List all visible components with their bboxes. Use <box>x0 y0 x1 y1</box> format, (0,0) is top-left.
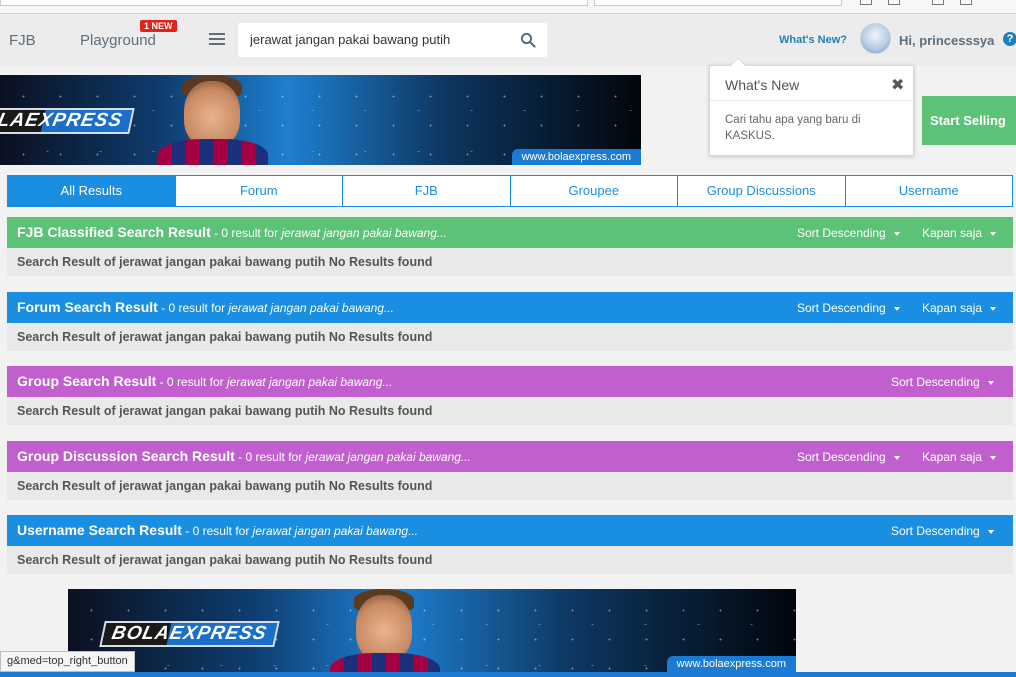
forum-result-section: Forum Search Result - 0 result for jeraw… <box>7 292 1013 351</box>
start-selling-button[interactable]: Start Selling <box>922 96 1016 145</box>
banner-url: www.bolaexpress.com <box>511 149 641 165</box>
tab-all-results[interactable]: All Results <box>8 176 176 206</box>
sort-dropdown[interactable]: Sort Descending <box>891 524 994 538</box>
result-title: FJB Classified Search Result - 0 result … <box>17 224 447 240</box>
browser-toolbar <box>0 0 1016 14</box>
group-discussion-result-section: Group Discussion Search Result - 0 resul… <box>7 441 1013 500</box>
popover-title: What's New <box>725 77 800 93</box>
downloads-icon[interactable] <box>888 0 900 5</box>
popover-body: Cari tahu apa yang baru di KASKUS. <box>725 114 861 142</box>
time-filter-dropdown[interactable]: Kapan saja <box>922 450 997 464</box>
chevron-down-icon <box>893 455 900 460</box>
no-results-message: Search Result of jerawat jangan pakai ba… <box>7 248 1013 276</box>
search-box <box>238 23 547 57</box>
bottom-bar <box>0 672 1016 677</box>
banner-url: www.bolaexpress.com <box>666 656 796 672</box>
chevron-down-icon <box>987 380 994 385</box>
time-filter-dropdown[interactable]: Kapan saja <box>922 226 997 240</box>
tab-groupee[interactable]: Groupee <box>511 176 678 206</box>
tab-username[interactable]: Username <box>846 176 1013 206</box>
result-title: Group Search Result - 0 result for jeraw… <box>17 373 393 389</box>
tab-fjb[interactable]: FJB <box>343 176 511 206</box>
sort-dropdown[interactable]: Sort Descending <box>891 375 994 389</box>
popover-divider <box>710 100 913 101</box>
whats-new-link[interactable]: What's New? <box>779 34 847 46</box>
no-results-message: Search Result of jerawat jangan pakai ba… <box>7 546 1013 574</box>
help-icon[interactable]: ? <box>1003 32 1016 46</box>
no-results-message: Search Result of jerawat jangan pakai ba… <box>7 397 1013 425</box>
search-input[interactable] <box>250 32 510 47</box>
result-tabs: All Results Forum FJB Groupee Group Disc… <box>7 175 1013 207</box>
whats-new-popover: What's New ✖ Cari tahu apa yang baru di … <box>709 58 914 156</box>
sort-dropdown[interactable]: Sort Descending <box>797 450 900 464</box>
user-greeting[interactable]: Hi, princesssya <box>899 33 994 48</box>
result-header: FJB Classified Search Result - 0 result … <box>7 217 1013 248</box>
tab-group-discussions[interactable]: Group Discussions <box>678 176 846 206</box>
chevron-down-icon <box>990 455 997 460</box>
close-icon[interactable]: ✖ <box>891 75 904 95</box>
chevron-down-icon <box>893 231 900 236</box>
nav-fjb-link[interactable]: FJB <box>9 32 36 49</box>
result-header: Username Search Result - 0 result for je… <box>7 515 1013 546</box>
no-results-message: Search Result of jerawat jangan pakai ba… <box>7 323 1013 351</box>
address-bar[interactable] <box>0 0 588 6</box>
result-title: Username Search Result - 0 result for je… <box>17 522 419 538</box>
top-navigation: FJB Playground 1 NEW What's New? Hi, pri… <box>0 15 1016 66</box>
result-header: Group Discussion Search Result - 0 resul… <box>7 441 1013 472</box>
extensions-icon[interactable] <box>960 0 972 5</box>
ad-banner-top[interactable]: LAEXPRESS www.bolaexpress.com <box>0 75 641 165</box>
chevron-down-icon <box>893 306 900 311</box>
browser-search-bar[interactable] <box>594 0 842 6</box>
banner-player-image <box>158 75 268 165</box>
banner-logo: LAEXPRESS <box>0 108 135 134</box>
avatar[interactable] <box>860 23 891 54</box>
result-title: Group Discussion Search Result - 0 resul… <box>17 448 471 464</box>
sort-dropdown[interactable]: Sort Descending <box>797 301 900 315</box>
ad-banner-bottom[interactable]: BOLAEXPRESS www.bolaexpress.com <box>68 589 796 672</box>
nav-playground-link[interactable]: Playground <box>80 32 156 49</box>
result-title: Forum Search Result - 0 result for jeraw… <box>17 299 394 315</box>
tab-forum[interactable]: Forum <box>176 176 343 206</box>
chevron-down-icon <box>990 306 997 311</box>
bookmark-icon[interactable] <box>860 0 872 5</box>
fjb-result-section: FJB Classified Search Result - 0 result … <box>7 217 1013 276</box>
group-result-section: Group Search Result - 0 result for jeraw… <box>7 366 1013 425</box>
result-header: Forum Search Result - 0 result for jeraw… <box>7 292 1013 323</box>
banner-player-image <box>330 589 440 672</box>
banner-logo: BOLAEXPRESS <box>99 621 280 647</box>
hamburger-menu-icon[interactable] <box>209 33 225 45</box>
chevron-down-icon <box>990 231 997 236</box>
sort-dropdown[interactable]: Sort Descending <box>797 226 900 240</box>
username-result-section: Username Search Result - 0 result for je… <box>7 515 1013 574</box>
status-url-preview: g&med=top_right_button <box>0 651 135 672</box>
chevron-down-icon <box>987 529 994 534</box>
new-badge: 1 NEW <box>140 20 177 32</box>
home-icon[interactable] <box>932 0 944 5</box>
no-results-message: Search Result of jerawat jangan pakai ba… <box>7 472 1013 500</box>
time-filter-dropdown[interactable]: Kapan saja <box>922 301 997 315</box>
search-icon[interactable] <box>520 32 536 48</box>
result-header: Group Search Result - 0 result for jeraw… <box>7 366 1013 397</box>
